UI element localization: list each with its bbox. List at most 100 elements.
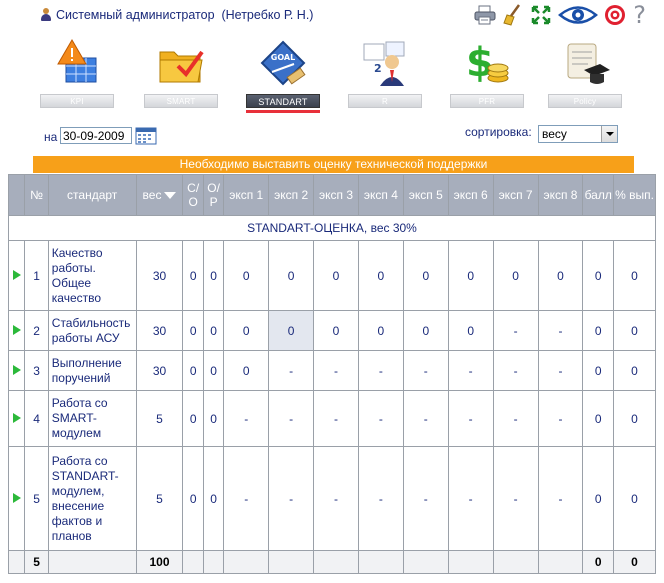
expand-row-icon[interactable] xyxy=(7,240,26,311)
header-exp6[interactable]: эксп 6 xyxy=(447,174,494,216)
header-exp8[interactable]: эксп 8 xyxy=(537,174,584,216)
chevron-down-icon[interactable] xyxy=(601,126,617,142)
row-pct: 0 xyxy=(613,446,656,551)
row-standard[interactable]: Работа со STANDART-модулем, внесение фак… xyxy=(47,446,137,551)
row-so: 0 xyxy=(182,310,204,351)
totals-spacer xyxy=(47,550,137,574)
user-name: Системный администратор (Нетребко Р. Н.) xyxy=(56,8,314,22)
row-exp-cell[interactable]: - xyxy=(447,350,494,391)
row-exp-cell[interactable]: - xyxy=(313,390,359,447)
header-standard[interactable]: стандарт xyxy=(47,174,137,216)
header-exp1[interactable]: эксп 1 xyxy=(223,174,270,216)
folder-check-icon xyxy=(156,36,206,90)
totals-spacer xyxy=(402,550,449,574)
row-exp-cell[interactable]: - xyxy=(268,390,315,447)
row-exp-cell[interactable]: - xyxy=(357,446,404,551)
row-exp-cell[interactable]: - xyxy=(447,390,494,447)
row-exp-cell[interactable]: 0 xyxy=(223,240,270,311)
broom-icon[interactable] xyxy=(502,4,524,26)
calendar-icon[interactable] xyxy=(135,127,157,145)
target-icon[interactable] xyxy=(604,4,626,26)
row-op: 0 xyxy=(202,446,225,551)
row-exp-cell[interactable]: 0 xyxy=(492,240,539,311)
expand-row-icon[interactable] xyxy=(7,446,26,551)
totals-spacer xyxy=(537,550,584,574)
section-title: STANDART-ОЦЕНКА, вес 30% xyxy=(8,215,656,241)
header-pct[interactable]: % вып. xyxy=(613,174,656,216)
total-pct: 0 xyxy=(613,550,656,574)
module-pfr[interactable]: $ PFR xyxy=(450,36,524,114)
row-standard[interactable]: Выполнение поручений xyxy=(47,350,137,391)
row-exp-cell[interactable]: - xyxy=(492,310,539,351)
expand-icon[interactable] xyxy=(530,4,552,26)
row-pct: 0 xyxy=(613,390,656,447)
header-exp3[interactable]: эксп 3 xyxy=(313,174,359,216)
help-icon[interactable]: ? xyxy=(633,1,646,29)
header-op[interactable]: О/ Р xyxy=(202,174,225,216)
expand-row-icon[interactable] xyxy=(7,350,26,391)
row-exp-cell[interactable]: 0 xyxy=(223,310,270,351)
row-exp-cell[interactable]: - xyxy=(313,446,359,551)
module-label: KPI xyxy=(40,94,114,108)
row-exp-cell[interactable]: - xyxy=(537,310,584,351)
row-exp-cell[interactable]: 0 xyxy=(268,310,315,351)
warning-banner: Необходимо выставить оценку технической … xyxy=(33,156,634,173)
expand-row-icon[interactable] xyxy=(7,310,26,351)
row-exp-cell[interactable]: 0 xyxy=(223,350,270,391)
row-exp-cell[interactable]: 0 xyxy=(357,310,404,351)
row-exp-cell[interactable]: 0 xyxy=(447,240,494,311)
header-weight[interactable]: вес xyxy=(135,174,184,216)
row-exp-cell[interactable]: - xyxy=(492,350,539,391)
header-score[interactable]: балл xyxy=(582,174,615,216)
row-exp-cell[interactable]: 0 xyxy=(537,240,584,311)
header-exp5[interactable]: эксп 5 xyxy=(402,174,449,216)
row-standard[interactable]: Работа со SMART-модулем xyxy=(47,390,137,447)
date-input[interactable] xyxy=(60,127,132,144)
sort-select[interactable]: весу xyxy=(538,125,618,143)
row-exp-cell[interactable]: - xyxy=(447,446,494,551)
header-so[interactable]: С/ О xyxy=(182,174,204,216)
row-exp-cell[interactable]: - xyxy=(537,350,584,391)
row-exp-cell[interactable]: 0 xyxy=(402,240,449,311)
row-exp-cell[interactable]: - xyxy=(402,446,449,551)
header-exp2[interactable]: эксп 2 xyxy=(268,174,315,216)
header-expander xyxy=(7,174,26,216)
row-exp-cell[interactable]: 0 xyxy=(402,310,449,351)
row-exp-cell[interactable]: - xyxy=(268,350,315,391)
module-kpi[interactable]: KPI xyxy=(40,36,114,114)
row-exp-cell[interactable]: 0 xyxy=(447,310,494,351)
row-exp-cell[interactable]: - xyxy=(357,390,404,447)
printer-icon[interactable] xyxy=(474,4,496,26)
module-smart[interactable]: SMART xyxy=(144,36,218,114)
row-standard[interactable]: Качество работы. Общее качество xyxy=(47,240,137,311)
row-exp-cell[interactable]: - xyxy=(402,350,449,391)
eye-icon[interactable] xyxy=(558,4,598,26)
row-exp-cell[interactable]: - xyxy=(492,390,539,447)
row-exp-cell[interactable]: 0 xyxy=(357,240,404,311)
module-policy[interactable]: Policy xyxy=(548,36,622,114)
row-exp-cell[interactable]: - xyxy=(537,446,584,551)
row-score: 0 xyxy=(582,350,615,391)
module-r[interactable]: 2 R xyxy=(348,36,422,114)
row-op: 0 xyxy=(202,390,225,447)
header-exp7[interactable]: эксп 7 xyxy=(492,174,539,216)
module-standart[interactable]: GOAL STANDART xyxy=(246,36,320,114)
row-exp-cell[interactable]: - xyxy=(402,390,449,447)
totals-spacer xyxy=(268,550,315,574)
module-label: STANDART xyxy=(246,94,320,108)
row-exp-cell[interactable]: 0 xyxy=(268,240,315,311)
row-exp-cell[interactable]: 0 xyxy=(313,240,359,311)
row-weight: 5 xyxy=(135,390,184,447)
row-exp-cell[interactable]: - xyxy=(223,390,270,447)
row-exp-cell[interactable]: - xyxy=(223,446,270,551)
row-exp-cell[interactable]: 0 xyxy=(313,310,359,351)
header-num[interactable]: № xyxy=(24,174,49,216)
row-exp-cell[interactable]: - xyxy=(537,390,584,447)
row-exp-cell[interactable]: - xyxy=(357,350,404,391)
row-exp-cell[interactable]: - xyxy=(268,446,315,551)
row-exp-cell[interactable]: - xyxy=(492,446,539,551)
row-standard[interactable]: Стабильность работы АСУ xyxy=(47,310,137,351)
row-exp-cell[interactable]: - xyxy=(313,350,359,391)
expand-row-icon[interactable] xyxy=(7,390,26,447)
header-exp4[interactable]: эксп 4 xyxy=(357,174,404,216)
